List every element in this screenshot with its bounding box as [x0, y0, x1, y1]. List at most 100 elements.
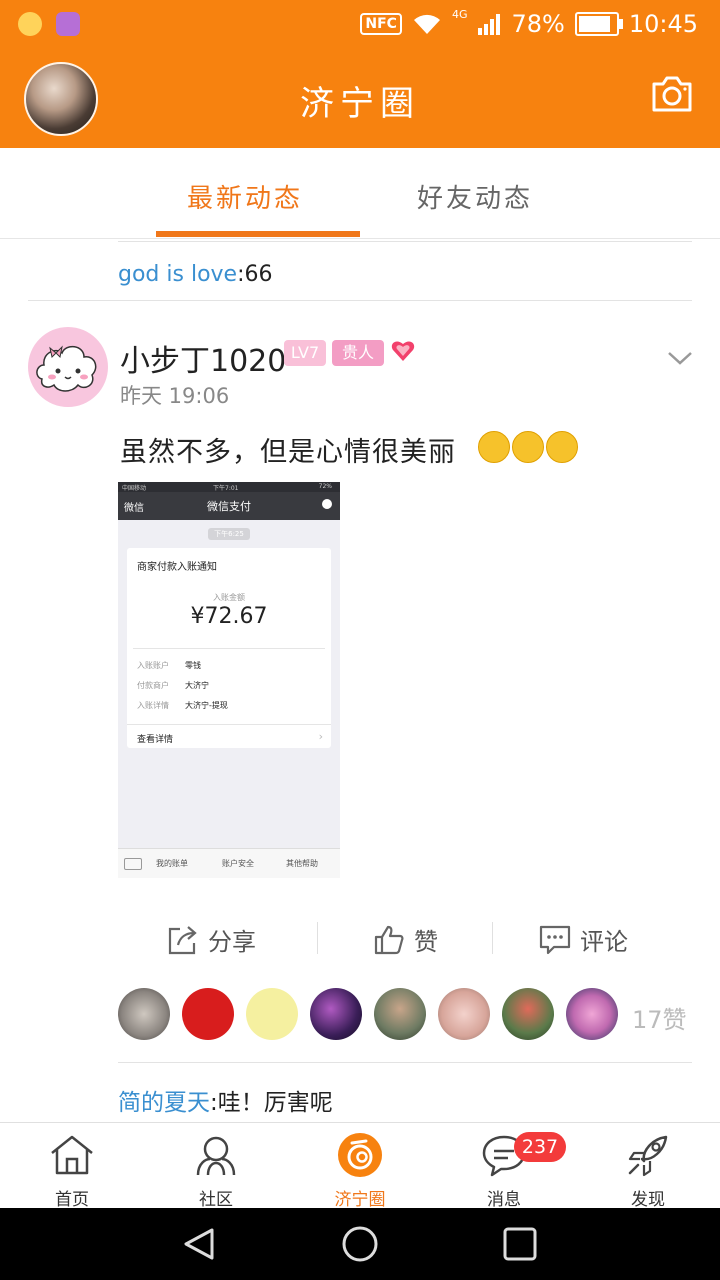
laughing-cry-emoji-icon [512, 431, 544, 463]
liker-avatar[interactable] [182, 988, 234, 1040]
comment-button[interactable]: 评论 [538, 922, 628, 957]
back-icon[interactable] [180, 1224, 220, 1264]
comment-separator: : [210, 1090, 218, 1116]
share-button[interactable]: 分享 [166, 922, 256, 957]
recents-icon[interactable] [500, 1224, 540, 1264]
image-row-key: 入账详情 [137, 701, 169, 710]
heart-icon [391, 341, 415, 361]
post-author-avatar[interactable] [28, 327, 108, 407]
chevron-down-icon[interactable] [666, 348, 694, 368]
baby-face-icon [18, 12, 42, 36]
image-card-divider [127, 724, 331, 725]
system-nav-bar [0, 1208, 720, 1280]
laughing-cry-emoji-icon [478, 431, 510, 463]
liker-avatar[interactable] [438, 988, 490, 1040]
message-count-badge: 237 [514, 1132, 566, 1162]
image-battery: 72% [318, 483, 332, 490]
nav-jining-circle[interactable]: 济宁圈 [288, 1123, 432, 1210]
image-time: 下午7:01 [213, 485, 239, 492]
likes-count[interactable]: 17赞 [632, 1000, 687, 1035]
tab-friends[interactable]: 好友动态 [375, 178, 575, 215]
home-circle-icon[interactable] [340, 1224, 380, 1264]
nav-label: 消息 [487, 1190, 521, 1210]
post-text: 虽然不多，但是心情很美丽 [120, 437, 456, 468]
cartoon-avatar-icon [36, 345, 97, 392]
liker-avatar[interactable] [566, 988, 618, 1040]
gallery-icon [56, 12, 80, 36]
image-card-divider [133, 648, 325, 649]
comment-item[interactable]: god is love:66 [118, 262, 273, 287]
liker-avatar[interactable] [502, 988, 554, 1040]
liker-avatar[interactable] [374, 988, 426, 1040]
comment-text: 哇！厉害呢 [217, 1090, 333, 1116]
image-footer-item: 我的账单 [156, 859, 188, 868]
emoji-group [478, 431, 578, 463]
notification-icons [18, 12, 80, 36]
rank-badge: 贵人 [332, 340, 384, 366]
wifi-icon [413, 14, 440, 34]
nav-community[interactable]: 社区 [144, 1123, 288, 1210]
divider [118, 1062, 692, 1063]
share-label: 分享 [208, 928, 256, 956]
like-label: 赞 [414, 928, 438, 956]
keyboard-icon [124, 858, 142, 870]
laughing-cry-emoji-icon [546, 431, 578, 463]
post-actions: 分享 赞 评论 [118, 912, 692, 968]
comment-user[interactable]: 简的夏天 [118, 1090, 210, 1116]
nav-discover[interactable]: 发现 [576, 1123, 720, 1210]
image-footer-item: 其他帮助 [286, 859, 318, 868]
signal-icon [478, 14, 501, 35]
liker-avatar[interactable] [310, 988, 362, 1040]
comment-text: 66 [244, 262, 273, 287]
image-row-value: 零钱 [185, 661, 201, 670]
liker-avatar[interactable] [246, 988, 298, 1040]
image-detail-link: 查看详情 [137, 735, 174, 745]
system-status: NFC 4G 78% 10:45 [360, 7, 698, 38]
battery-icon [574, 12, 623, 36]
nav-label: 首页 [55, 1190, 89, 1210]
active-tab-indicator [156, 231, 360, 237]
image-row-value: 大济宁 [185, 681, 209, 690]
nav-label: 发现 [631, 1190, 665, 1210]
tab-latest[interactable]: 最新动态 [145, 178, 345, 215]
post-author-name[interactable]: 小步丁1020 [120, 336, 286, 380]
image-timestamp: 下午6:25 [208, 528, 250, 540]
bottom-nav: 首页 社区 济宁圈 消息 发现 [0, 1122, 720, 1210]
comment-user[interactable]: god is love [118, 262, 237, 287]
image-card: 商家付款入账通知 入账金额 ¥72.67 入账账户 零钱 付款商户 大济宁 入账… [127, 548, 331, 748]
comment-label: 评论 [580, 928, 628, 956]
camera-icon[interactable] [648, 70, 696, 118]
feed-tabs: 最新动态 好友动态 [0, 148, 720, 239]
share-icon [168, 925, 197, 954]
image-footer: 我的账单 账户安全 其他帮助 [118, 848, 340, 878]
jining-circle-icon [338, 1133, 382, 1177]
image-navbar: 微信 微信支付 [118, 492, 340, 520]
app-header: 济宁圈 [0, 52, 720, 148]
image-row-key: 入账账户 [137, 661, 169, 670]
image-status-bar: 中国移动 下午7:01 72% [118, 482, 340, 492]
home-icon [51, 1135, 93, 1175]
rocket-icon [628, 1135, 668, 1177]
clock: 10:45 [628, 10, 698, 38]
comment-separator: : [237, 262, 245, 287]
thumbs-up-icon [374, 925, 404, 954]
status-bar: NFC 4G 78% 10:45 [0, 0, 720, 52]
network-type: 4G [451, 7, 468, 21]
nav-home[interactable]: 首页 [0, 1123, 144, 1210]
post-divider [28, 300, 692, 301]
divider [492, 922, 493, 954]
image-card-title: 商家付款入账通知 [137, 562, 217, 573]
page-title: 济宁圈 [300, 84, 420, 124]
nav-label: 社区 [199, 1190, 233, 1210]
comment-item[interactable]: 简的夏天:哇！厉害呢 [118, 1083, 333, 1117]
nfc-icon: NFC [360, 13, 402, 35]
post-image[interactable]: 中国移动 下午7:01 72% 微信 微信支付 下午6:25 商家付款入账通知 … [118, 482, 340, 878]
like-button[interactable]: 赞 [372, 922, 438, 957]
image-footer-item: 账户安全 [222, 859, 254, 868]
nav-label: 济宁圈 [334, 1190, 386, 1210]
liker-avatar[interactable] [118, 988, 170, 1040]
community-icon [196, 1136, 236, 1176]
divider [317, 922, 318, 954]
person-icon [322, 499, 332, 509]
chevron-right-icon: › [318, 730, 323, 743]
